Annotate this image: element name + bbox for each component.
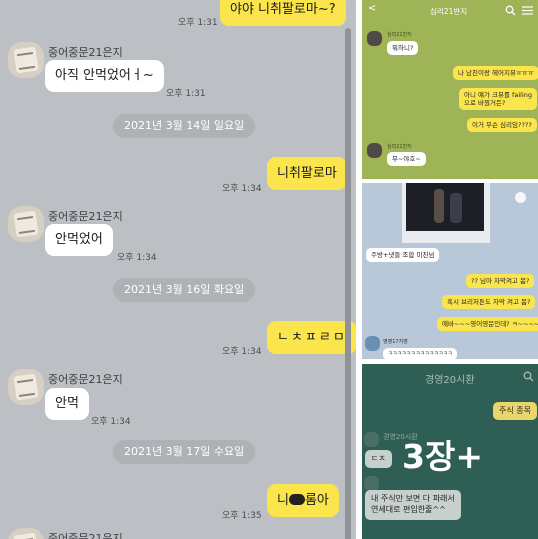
my-message-bubble[interactable]: 혹시 브리저튼도 자막 켜고 봄? [442,295,536,310]
avatar[interactable] [364,476,379,491]
sender-name: 심리21반지 [387,144,412,150]
chat-title: 심리21반지 [430,7,468,16]
avatar[interactable] [364,432,379,447]
my-message-bubble[interactable]: 니취팔로마 [267,157,347,190]
other-message-bubble[interactable]: 무~야호~ [387,152,426,167]
other-message-bubble[interactable]: 안먹었어 [45,224,113,256]
screenshot-thumbnail-2[interactable]: 주방+냇들 조합 미친넘 ?? 님아 자막켜고 봄? 혹시 브리저튼도 자막 켜… [362,183,538,359]
redaction-scribble [288,494,305,505]
action-icon[interactable] [515,192,526,203]
screenshot-thumbnail-3[interactable]: 경영20시환 주식 종목 경영20시환 ㄷㅊ 3장+ 내 주식만 보면 다 파래… [362,364,538,539]
message-text: 아니 얘가 크뮤를 failing [464,91,532,99]
sender-name: 중어중문21은지 [48,46,123,59]
other-message-bubble[interactable]: 안먹 [45,388,89,420]
back-icon[interactable]: < [368,3,376,14]
message-time: 오후 1:35 [222,511,262,521]
my-message-bubble[interactable]: 이거 무슨 심리임???? [467,118,537,133]
my-message-bubble[interactable]: 주식 종목 [493,402,537,420]
menu-icon[interactable] [522,6,533,15]
message-text: 으로 바꿨거든? [464,99,506,108]
message-time: 오후 1:34 [117,253,157,263]
message-text: 내 주식만 보면 다 파래서 [371,494,455,503]
message-time: 오후 1:31 [178,18,218,28]
message-text: 롬아 [304,493,329,508]
date-divider: 2021년 3월 14일 일요일 [113,114,256,138]
avatar[interactable] [367,31,382,46]
other-message-bubble[interactable]: ㅋㅋㅋㅋㅋㅋㅋㅋㅋㅋㅋㅋㅋㅋ [383,348,458,359]
sender-name: 중어중문21은지 [48,532,123,539]
avatar[interactable] [8,528,44,539]
other-message-bubble[interactable]: 내 주식만 보면 다 파래서 연세대로 편입한줄^^ [365,490,461,520]
sender-name: 중어중문21은지 [48,373,123,386]
sender-name: 심리21반지 [387,32,412,38]
chat-panel[interactable]: 오후 1:31 야야 니취팔로마~? 중어중문21은지 아직 안먹었어ㅓ~ 오후… [0,0,356,539]
other-message-bubble[interactable]: ㄷㅊ [365,450,392,468]
date-divider: 2021년 3월 17일 수요일 [113,440,256,464]
my-message-bubble[interactable]: 니 롬아 [267,484,339,517]
message-time: 오후 1:34 [91,417,131,427]
my-message-bubble[interactable]: 나 남친이랑 헤어지뮤ㅠㅠㅠ [453,66,538,81]
screenshot-thumbnail-1[interactable]: < 심리21반지 심리21반지 뭐하니? 나 남친이랑 헤어지뮤ㅠㅠㅠ 아니 얘… [362,0,538,179]
tv-screen-image [406,183,484,231]
search-icon[interactable] [505,5,516,16]
message-time: 오후 1:34 [222,347,262,357]
sender-name: 중어중문21은지 [48,210,123,223]
my-message-bubble[interactable]: ?? 님아 자막켜고 봄? [466,274,535,289]
avatar[interactable] [367,143,382,158]
avatar[interactable] [365,336,380,351]
search-icon[interactable] [523,371,534,382]
sender-name: 영영17지영 [383,339,408,345]
my-message-bubble[interactable]: ㄴㅊㅍㄹㅁ [267,321,356,354]
message-time: 오후 1:34 [222,184,262,194]
other-message-bubble[interactable]: 주방+냇들 조합 미친넘 [366,248,440,263]
other-message-bubble[interactable]: 아직 안먹었어ㅓ~ [45,60,164,92]
avatar[interactable] [8,369,44,405]
scrollbar[interactable] [345,28,351,539]
date-divider: 2021년 3월 16일 화요일 [113,278,256,302]
message-text: 니 [277,493,289,508]
avatar[interactable] [8,206,44,242]
my-message-bubble[interactable]: 아니 얘가 크뮤를 failing 으로 바꿨거든? [459,88,537,111]
other-message-bubble[interactable]: 뭐하니? [387,41,419,56]
my-message-bubble[interactable]: 야야 니취팔로마~? [220,0,346,26]
more-images-overlay[interactable]: 3장+ [402,430,483,478]
avatar[interactable] [8,42,44,78]
chat-title: 경영20시환 [425,375,475,386]
my-message-bubble[interactable]: 에바~~~영어영문인데? ㅋ~~~~ [437,317,538,332]
message-time: 오후 1:31 [166,89,206,99]
shared-photo[interactable] [402,183,490,243]
message-text: 연세대로 편입한줄^^ [371,504,446,514]
